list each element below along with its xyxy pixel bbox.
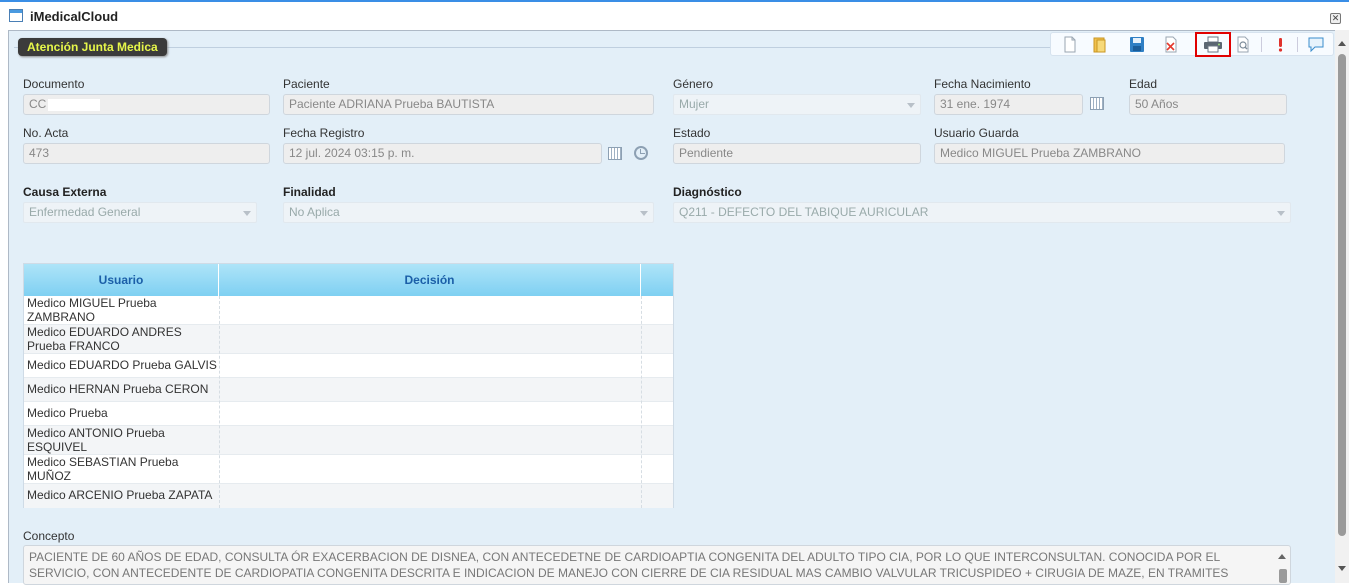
column-header-usuario[interactable]: Usuario bbox=[24, 264, 219, 296]
toolbar-separator bbox=[1297, 37, 1298, 52]
usuario-cell: Medico ARCENIO Prueba ZAPATA bbox=[27, 488, 213, 502]
column-header-decision[interactable]: Decisión bbox=[219, 264, 641, 296]
genero-label: Género bbox=[673, 77, 714, 91]
preview-icon[interactable] bbox=[1234, 36, 1252, 53]
redacted-mask bbox=[48, 98, 101, 111]
chevron-down-icon bbox=[907, 103, 915, 108]
estado-field[interactable]: Pendiente bbox=[673, 143, 921, 164]
section-legend: Atención Junta Medica bbox=[18, 38, 167, 56]
column-header-extra bbox=[641, 264, 673, 296]
chevron-down-icon bbox=[640, 211, 648, 216]
diagnostico-label: Diagnóstico bbox=[673, 185, 742, 199]
table-row[interactable]: Medico MIGUEL Prueba ZAMBRANO bbox=[24, 296, 673, 325]
paciente-field[interactable]: Paciente ADRIANA Prueba BAUTISTA bbox=[283, 94, 654, 115]
genero-select[interactable]: Mujer bbox=[673, 94, 921, 115]
concepto-text: PACIENTE DE 60 AÑOS DE EDAD, CONSULTA ÓR… bbox=[29, 550, 1229, 584]
table-row[interactable]: Medico HERNAN Prueba CERON bbox=[24, 378, 673, 402]
toolbar bbox=[1050, 32, 1334, 57]
usuario-cell: Medico EDUARDO ANDRES Prueba FRANCO bbox=[27, 325, 182, 353]
fecha-nacimiento-field[interactable]: 31 ene. 1974 bbox=[934, 94, 1083, 115]
new-document-icon[interactable] bbox=[1061, 36, 1079, 53]
genero-value: Mujer bbox=[679, 97, 710, 111]
toolbar-separator bbox=[1261, 37, 1262, 52]
edad-field[interactable]: 50 Años bbox=[1129, 94, 1287, 115]
save-icon[interactable] bbox=[1128, 36, 1146, 53]
table-row[interactable]: Medico EDUARDO ANDRES Prueba FRANCO bbox=[24, 325, 673, 354]
print-icon[interactable] bbox=[1195, 32, 1231, 57]
table-row[interactable]: Medico ANTONIO Prueba ESQUIVEL bbox=[24, 426, 673, 455]
table-row[interactable]: Medico ARCENIO Prueba ZAPATA bbox=[24, 484, 673, 508]
fecha-nacimiento-label: Fecha Nacimiento bbox=[934, 77, 1031, 91]
scroll-up-icon[interactable] bbox=[1278, 554, 1286, 559]
usuario-guarda-field[interactable]: Medico MIGUEL Prueba ZAMBRANO bbox=[934, 143, 1285, 164]
finalidad-select[interactable]: No Aplica bbox=[283, 202, 654, 223]
table-row[interactable]: Medico Prueba bbox=[24, 402, 673, 426]
column-divider bbox=[641, 296, 642, 508]
edad-label: Edad bbox=[1129, 77, 1158, 91]
comment-icon[interactable] bbox=[1307, 36, 1325, 53]
usuario-cell: Medico HERNAN Prueba CERON bbox=[27, 382, 209, 396]
scroll-up-icon[interactable] bbox=[1338, 41, 1346, 46]
diagnostico-value: Q211 - DEFECTO DEL TABIQUE AURICULAR bbox=[679, 205, 929, 219]
junta-grid: Usuario Decisión Medico MIGUEL Prueba ZA… bbox=[23, 263, 674, 508]
usuario-cell: Medico Prueba bbox=[27, 406, 108, 420]
chevron-down-icon bbox=[1277, 211, 1285, 216]
causa-externa-value: Enfermedad General bbox=[29, 205, 141, 219]
concepto-textarea[interactable]: PACIENTE DE 60 AÑOS DE EDAD, CONSULTA ÓR… bbox=[23, 545, 1291, 585]
scrollbar-thumb[interactable] bbox=[1338, 54, 1346, 536]
usuario-cell: Medico SEBASTIAN Prueba MUÑOZ bbox=[27, 455, 179, 483]
textarea-scrollbar-thumb[interactable] bbox=[1279, 569, 1287, 583]
calendar-icon[interactable] bbox=[1090, 97, 1104, 110]
estado-label: Estado bbox=[673, 126, 711, 140]
causa-externa-label: Causa Externa bbox=[23, 185, 107, 199]
finalidad-value: No Aplica bbox=[289, 205, 340, 219]
table-row[interactable]: Medico EDUARDO Prueba GALVIS bbox=[24, 354, 673, 378]
usuario-cell: Medico EDUARDO Prueba GALVIS bbox=[27, 358, 217, 372]
paciente-label: Paciente bbox=[283, 77, 330, 91]
usuario-cell: Medico MIGUEL Prueba ZAMBRANO bbox=[27, 296, 157, 324]
no-acta-field[interactable]: 473 bbox=[23, 143, 270, 164]
calendar-icon[interactable] bbox=[608, 147, 622, 160]
page-scrollbar[interactable] bbox=[1335, 30, 1349, 583]
scroll-down-icon[interactable] bbox=[1338, 566, 1346, 571]
usuario-cell: Medico ANTONIO Prueba ESQUIVEL bbox=[27, 426, 165, 454]
documento-value: CC bbox=[29, 97, 47, 111]
alert-icon[interactable] bbox=[1271, 36, 1289, 53]
concepto-label: Concepto bbox=[23, 529, 75, 543]
documento-label: Documento bbox=[23, 77, 85, 91]
column-divider bbox=[219, 296, 220, 508]
diagnostico-select[interactable]: Q211 - DEFECTO DEL TABIQUE AURICULAR bbox=[673, 202, 1291, 223]
form-content: Atención Junta Medica Documento CC Pacie… bbox=[0, 0, 1334, 585]
usuario-guarda-label: Usuario Guarda bbox=[934, 126, 1019, 140]
grid-header: Usuario Decisión bbox=[24, 264, 673, 296]
open-folder-icon[interactable] bbox=[1091, 36, 1109, 53]
close-icon[interactable]: ✕ bbox=[1330, 13, 1341, 24]
delete-icon[interactable] bbox=[1162, 36, 1180, 53]
finalidad-label: Finalidad bbox=[283, 185, 336, 199]
clock-icon[interactable] bbox=[634, 146, 648, 160]
documento-field[interactable]: CC bbox=[23, 94, 270, 115]
fecha-registro-label: Fecha Registro bbox=[283, 126, 365, 140]
causa-externa-select[interactable]: Enfermedad General bbox=[23, 202, 257, 223]
fecha-registro-field[interactable]: 12 jul. 2024 03:15 p. m. bbox=[283, 143, 602, 164]
chevron-down-icon bbox=[243, 211, 251, 216]
table-row[interactable]: Medico SEBASTIAN Prueba MUÑOZ bbox=[24, 455, 673, 484]
no-acta-label: No. Acta bbox=[23, 126, 69, 140]
